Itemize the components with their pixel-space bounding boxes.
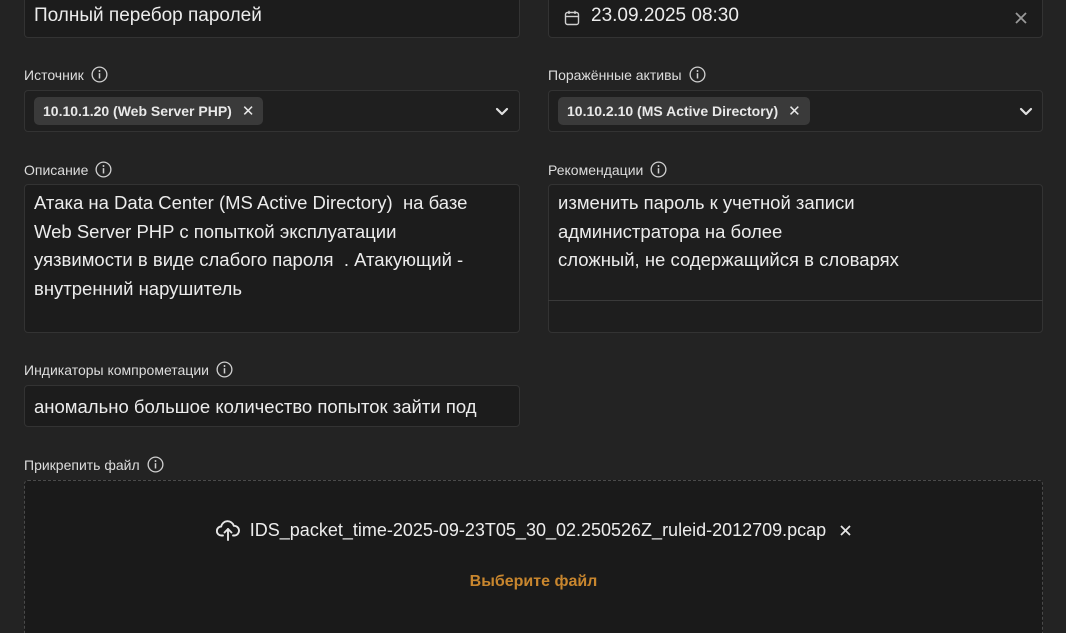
calendar-icon: [564, 10, 580, 26]
ioc-input[interactable]: аномально большое количество попыток зай…: [24, 385, 520, 427]
info-icon[interactable]: [95, 161, 112, 178]
recommendations-line: администратора на более: [558, 220, 783, 242]
datetime-value: 23.09.2025 08:30: [591, 5, 739, 26]
info-icon[interactable]: [650, 161, 667, 178]
incident-title-value: Полный перебор паролей: [34, 5, 262, 26]
description-line: Атака на Data Center (MS Active Director…: [34, 192, 468, 213]
source-label: Источник: [24, 66, 108, 83]
incident-form: Полный перебор паролей 23.09.2025 08:30 …: [0, 0, 1066, 633]
description-label: Описание: [24, 161, 112, 178]
source-chip: 10.10.1.20 (Web Server PHP) ✕: [34, 97, 264, 125]
remove-chip-icon[interactable]: ✕: [242, 104, 255, 119]
description-line: уязвимости в виде слабого пароля . Атаку…: [34, 249, 464, 270]
divider: [548, 300, 1043, 301]
chevron-down-icon[interactable]: [495, 107, 509, 117]
info-icon[interactable]: [91, 66, 108, 83]
source-chip-label: 10.10.1.20 (Web Server PHP): [43, 103, 232, 119]
choose-file-link[interactable]: Выберите файл: [25, 573, 1042, 591]
datetime-field[interactable]: 23.09.2025 08:30: [548, 0, 1043, 38]
attached-file: IDS_packet_time-2025-09-23T05_30_02.2505…: [25, 519, 1042, 541]
description-line: Web Server PHP с попыткой эксплуатации: [34, 220, 397, 242]
description-textarea[interactable]: Атака на Data Center (MS Active Director…: [24, 184, 520, 333]
file-dropzone[interactable]: IDS_packet_time-2025-09-23T05_30_02.2505…: [24, 480, 1043, 633]
incident-title-field[interactable]: Полный перебор паролей: [24, 0, 520, 38]
attach-label-text: Прикрепить файл: [24, 456, 140, 473]
ioc-label: Индикаторы компрометации: [24, 361, 233, 378]
ioc-value: аномально большое количество попыток зай…: [34, 396, 477, 417]
source-label-text: Источник: [24, 66, 84, 83]
affected-assets-select[interactable]: 10.10.2.10 (MS Active Directory) ✕: [548, 90, 1043, 132]
recommendations-line: сложный, не содержащийся в словарях: [558, 249, 899, 270]
info-icon[interactable]: [689, 66, 706, 83]
affected-asset-chip: 10.10.2.10 (MS Active Directory) ✕: [558, 97, 810, 125]
affected-assets-label: Поражённые активы: [548, 66, 706, 83]
attached-file-name: IDS_packet_time-2025-09-23T05_30_02.2505…: [249, 519, 827, 540]
description-label-text: Описание: [24, 161, 89, 178]
affected-assets-label-text: Поражённые активы: [548, 66, 682, 83]
source-select[interactable]: 10.10.1.20 (Web Server PHP) ✕: [24, 90, 520, 132]
description-line: внутренний нарушитель: [34, 277, 242, 299]
recommendations-text: изменить пароль к учетной записи админис…: [558, 189, 899, 275]
ioc-label-text: Индикаторы компрометации: [24, 361, 209, 378]
recommendations-textarea[interactable]: изменить пароль к учетной записи админис…: [548, 184, 1043, 333]
info-icon[interactable]: [216, 361, 233, 378]
attach-label: Прикрепить файл: [24, 456, 164, 473]
recommendations-label-text: Рекомендации: [548, 161, 644, 178]
remove-file-icon[interactable]: [840, 524, 851, 536]
affected-asset-chip-label: 10.10.2.10 (MS Active Directory): [567, 103, 779, 119]
chevron-down-icon[interactable]: [1019, 107, 1033, 117]
upload-cloud-icon: [215, 520, 240, 541]
recommendations-line: изменить пароль к учетной записи: [558, 192, 855, 213]
info-icon[interactable]: [147, 456, 164, 473]
close-icon[interactable]: [1015, 12, 1027, 24]
recommendations-label: Рекомендации: [548, 161, 667, 178]
description-text: Атака на Data Center (MS Active Director…: [34, 189, 467, 303]
remove-chip-icon[interactable]: ✕: [788, 104, 801, 119]
